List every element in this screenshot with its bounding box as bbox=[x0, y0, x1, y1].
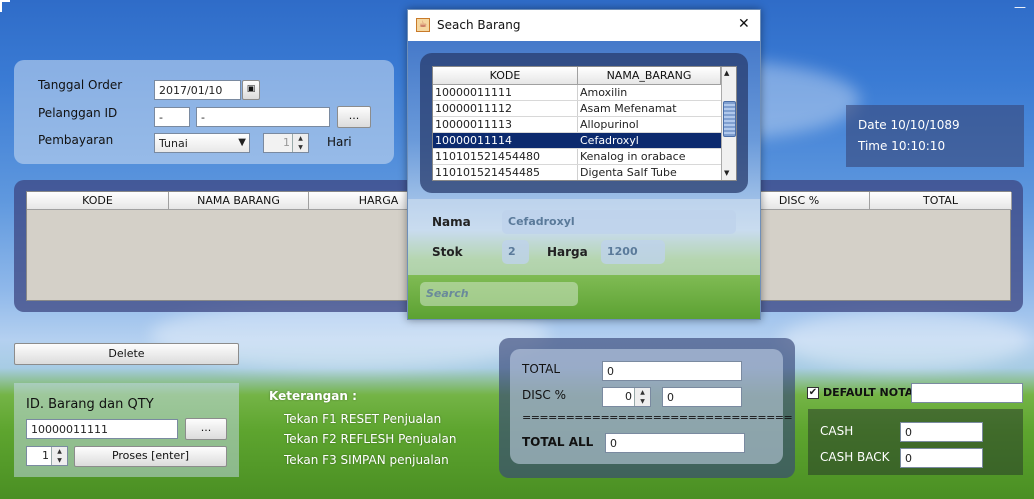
table-row[interactable]: 10000011111 Amoxilin bbox=[433, 85, 721, 101]
table-row[interactable]: 110101521454485 Digenta Salf Tube bbox=[433, 165, 721, 180]
total-all-label: TOTAL ALL bbox=[522, 435, 594, 449]
cell-kode: 110101521454485 bbox=[435, 166, 540, 179]
pelanggan-id-label: Pelanggan ID bbox=[38, 106, 118, 120]
shortcut-f1: Tekan F1 RESET Penjualan bbox=[284, 412, 442, 426]
delete-button[interactable]: Delete bbox=[14, 343, 239, 365]
calendar-button[interactable]: ▣ bbox=[242, 80, 260, 100]
cell-kode: 10000011114 bbox=[435, 134, 512, 147]
spin-up-icon[interactable]: ▲ bbox=[293, 134, 308, 143]
harga-label: Harga bbox=[547, 245, 588, 259]
harga-field[interactable]: 1200 bbox=[601, 240, 665, 264]
disc-percent-value: 0 bbox=[625, 390, 632, 403]
close-icon[interactable]: ✕ bbox=[738, 16, 750, 32]
cashback-field[interactable]: 0 bbox=[900, 448, 983, 468]
cloud-decoration bbox=[780, 310, 1030, 370]
total-all-field[interactable]: 0 bbox=[605, 433, 745, 453]
dialog-title: Seach Barang bbox=[437, 18, 521, 32]
stok-label: Stok bbox=[432, 245, 463, 259]
pelanggan-name-field[interactable]: - bbox=[196, 107, 330, 127]
cash-field[interactable]: 0 bbox=[900, 422, 983, 442]
datetime-panel bbox=[846, 105, 1024, 167]
window-corner bbox=[0, 0, 10, 12]
cell-kode: 10000011111 bbox=[435, 86, 512, 99]
tanggal-order-field[interactable]: 2017/01/10 bbox=[154, 80, 241, 100]
hari-value: 1 bbox=[283, 136, 290, 149]
cell-nama-barang: Cefadroxyl bbox=[577, 133, 721, 148]
search-dialog: ☕ Seach Barang ✕ KODE NAMA_BARANG 100000… bbox=[407, 9, 761, 320]
java-icon: ☕ bbox=[416, 18, 430, 32]
barang-table[interactable]: KODE NAMA_BARANG 10000011111 Amoxilin 1000… bbox=[432, 66, 737, 181]
calendar-icon: ▣ bbox=[246, 84, 256, 94]
cell-kode: 110101521454480 bbox=[435, 150, 540, 163]
scroll-down-icon[interactable]: ▼ bbox=[724, 169, 729, 177]
pembayaran-value: Tunai bbox=[159, 137, 188, 150]
checkmark-icon: ✔ bbox=[808, 387, 818, 398]
col-header-kode[interactable]: KODE bbox=[433, 67, 578, 85]
table-row[interactable]: 10000011112 Asam Mefenamat bbox=[433, 101, 721, 117]
time-display: Time 10:10:10 bbox=[858, 139, 946, 153]
cell-nama-barang: Asam Mefenamat bbox=[577, 101, 721, 116]
cell-kode: 10000011112 bbox=[435, 102, 512, 115]
hari-spinner[interactable]: 1 ▲ ▼ bbox=[263, 133, 309, 153]
disc-percent-spinner[interactable]: 0 ▲ ▼ bbox=[602, 387, 651, 407]
date-display: Date 10/10/1089 bbox=[858, 118, 960, 132]
cell-nama-barang: Allopurinol bbox=[577, 117, 721, 132]
qty-value: 1 bbox=[42, 449, 49, 462]
spin-down-icon[interactable]: ▼ bbox=[52, 456, 67, 465]
default-nota-checkbox[interactable]: ✔ bbox=[807, 387, 819, 399]
nama-field[interactable]: Cefadroxyl bbox=[502, 210, 736, 234]
totals-separator: =============================== bbox=[522, 411, 793, 424]
table-row[interactable]: 10000011114 Cefadroxyl bbox=[433, 133, 721, 149]
proses-button[interactable]: Proses [enter] bbox=[74, 446, 227, 467]
hari-label: Hari bbox=[327, 135, 352, 149]
entry-title: ID. Barang dan QTY bbox=[26, 397, 154, 412]
qty-spinner[interactable]: 1 ▲ ▼ bbox=[26, 446, 68, 466]
total-label: TOTAL bbox=[522, 362, 561, 376]
cashback-label: CASH BACK bbox=[820, 450, 890, 464]
pembayaran-select[interactable]: Tunai ▼ bbox=[154, 133, 250, 153]
col-header-nama-barang[interactable]: NAMA BARANG bbox=[169, 192, 309, 210]
pelanggan-search-button[interactable]: ... bbox=[337, 106, 371, 128]
shortcut-f2: Tekan F2 REFLESH Penjualan bbox=[284, 432, 457, 446]
pelanggan-id-field[interactable]: - bbox=[154, 107, 190, 127]
cell-nama-barang: Digenta Salf Tube bbox=[577, 165, 721, 180]
table-row[interactable]: 10000011113 Allopurinol bbox=[433, 117, 721, 133]
cell-nama-barang: Amoxilin bbox=[577, 85, 721, 100]
minimize-fragment: — bbox=[1014, 0, 1026, 14]
spin-up-icon[interactable]: ▲ bbox=[52, 447, 67, 456]
spin-up-icon[interactable]: ▲ bbox=[635, 388, 650, 397]
cash-label: CASH bbox=[820, 424, 854, 438]
shortcut-f3: Tekan F3 SIMPAN penjualan bbox=[284, 453, 449, 467]
nama-label: Nama bbox=[432, 215, 471, 229]
col-header-kode[interactable]: KODE bbox=[27, 192, 169, 210]
disc-label: DISC % bbox=[522, 388, 566, 402]
id-barang-field[interactable]: 10000011111 bbox=[26, 419, 178, 439]
default-nota-field[interactable] bbox=[911, 383, 1023, 403]
dialog-titlebar: ☕ Seach Barang ✕ bbox=[408, 10, 760, 41]
scroll-thumb[interactable] bbox=[723, 101, 736, 137]
barang-search-button[interactable]: ... bbox=[185, 418, 227, 440]
default-nota-label: DEFAULT NOTA bbox=[823, 386, 914, 399]
spin-down-icon[interactable]: ▼ bbox=[635, 397, 650, 406]
total-field[interactable]: 0 bbox=[602, 361, 742, 381]
disc-value-field[interactable]: 0 bbox=[662, 387, 742, 407]
spin-down-icon[interactable]: ▼ bbox=[293, 143, 308, 152]
tanggal-order-label: Tanggal Order bbox=[38, 78, 123, 92]
keterangan-title: Keterangan : bbox=[269, 389, 357, 403]
stok-field[interactable]: 2 bbox=[502, 240, 529, 264]
col-header-nama-barang[interactable]: NAMA_BARANG bbox=[578, 67, 721, 85]
table-row[interactable]: 110101521454480 Kenalog in orabace bbox=[433, 149, 721, 165]
search-input[interactable]: Search bbox=[420, 282, 578, 306]
chevron-down-icon: ▼ bbox=[238, 137, 246, 148]
pembayaran-label: Pembayaran bbox=[38, 133, 114, 147]
scroll-up-icon[interactable]: ▲ bbox=[724, 69, 729, 77]
table-scrollbar[interactable]: ▲ ▼ bbox=[721, 67, 736, 180]
cell-kode: 10000011113 bbox=[435, 118, 512, 131]
cell-nama-barang: Kenalog in orabace bbox=[577, 149, 721, 164]
col-header-total[interactable]: TOTAL bbox=[870, 192, 1012, 210]
